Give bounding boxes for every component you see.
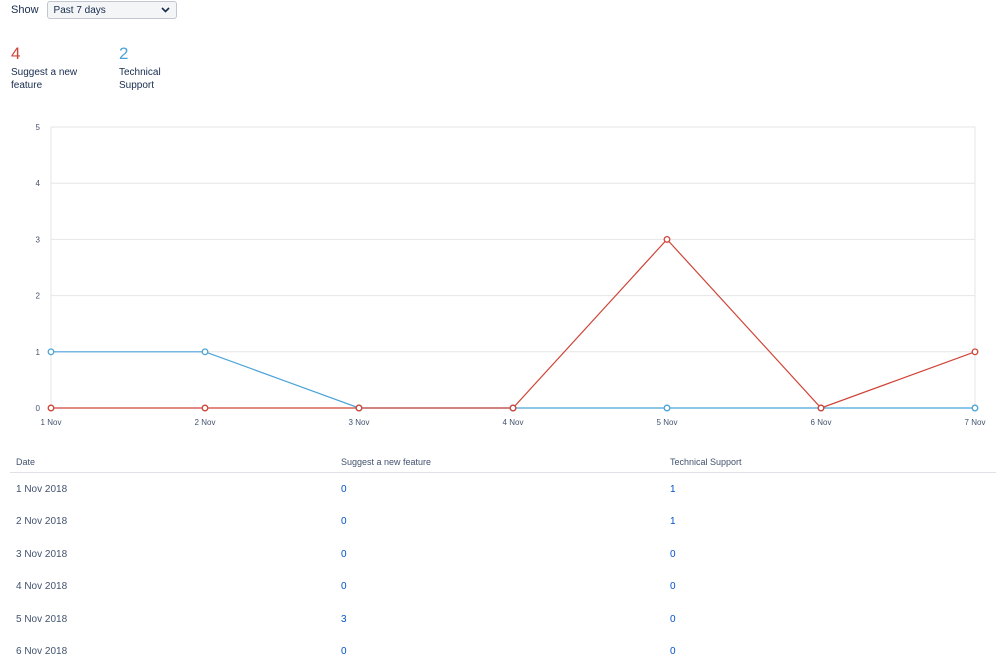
data-point — [818, 405, 824, 411]
y-tick-label: 5 — [36, 123, 41, 132]
data-point — [48, 349, 54, 355]
technical-support-cell: 0 — [664, 549, 676, 560]
table-row: 3 Nov 2018 0 0 — [10, 538, 996, 571]
line-chart: 0 1 2 3 4 5 1 Nov 2 Nov 3 Nov 4 Nov 5 Nov 6 Nov 7 No… — [0, 118, 999, 438]
technical-support-count-link[interactable]: 0 — [670, 646, 676, 657]
summary-count: 2 — [119, 44, 189, 64]
y-tick-label: 2 — [36, 292, 41, 301]
suggest-feature-cell: 0 — [335, 646, 664, 657]
date-cell: 4 Nov 2018 — [10, 581, 335, 592]
summary-label: Technical Support — [119, 66, 189, 92]
suggest-feature-cell: 0 — [335, 484, 664, 495]
date-cell: 5 Nov 2018 — [10, 614, 335, 625]
technical-support-cell: 1 — [664, 484, 676, 495]
period-filter: Show Past 7 days — [11, 0, 177, 20]
series-line — [51, 239, 975, 408]
date-cell: 3 Nov 2018 — [10, 549, 335, 560]
technical-support-cell: 1 — [664, 516, 676, 527]
x-tick-label: 4 Nov — [503, 418, 524, 427]
table-row: 4 Nov 2018 0 0 — [10, 571, 996, 604]
date-cell: 2 Nov 2018 — [10, 516, 335, 527]
summary-label: Suggest a new feature — [11, 66, 101, 92]
data-point — [202, 405, 208, 411]
y-tick-label: 1 — [36, 348, 41, 357]
technical-support-cell: 0 — [664, 646, 676, 657]
header-technical-support: Technical Support — [664, 457, 742, 467]
suggest-feature-cell: 0 — [335, 581, 664, 592]
table-header: Date Suggest a new feature Technical Sup… — [10, 452, 996, 473]
summary-count: 4 — [11, 44, 101, 64]
x-tick-label: 7 Nov — [965, 418, 986, 427]
table-row: 1 Nov 2018 0 1 — [10, 473, 996, 506]
y-tick-label: 4 — [36, 179, 41, 188]
y-tick-label: 3 — [36, 235, 41, 244]
data-point — [356, 405, 362, 411]
x-tick-label: 1 Nov — [41, 418, 62, 427]
chevron-down-icon — [161, 7, 170, 13]
technical-support-count-link[interactable]: 1 — [670, 484, 676, 495]
data-point — [48, 405, 54, 411]
suggest-feature-count-link[interactable]: 0 — [341, 549, 347, 560]
date-cell: 1 Nov 2018 — [10, 484, 335, 495]
period-select[interactable]: Past 7 days — [47, 1, 177, 19]
technical-support-count-link[interactable]: 0 — [670, 614, 676, 625]
x-tick-label: 2 Nov — [195, 418, 216, 427]
suggest-feature-cell: 0 — [335, 516, 664, 527]
data-point — [510, 405, 516, 411]
data-point — [972, 349, 978, 355]
show-label: Show — [11, 4, 39, 16]
suggest-feature-count-link[interactable]: 0 — [341, 516, 347, 527]
x-tick-label: 5 Nov — [657, 418, 678, 427]
header-date: Date — [10, 457, 335, 467]
x-tick-label: 3 Nov — [349, 418, 370, 427]
suggest-feature-count-link[interactable]: 0 — [341, 581, 347, 592]
table-row: 5 Nov 2018 3 0 — [10, 603, 996, 636]
table-body: 1 Nov 2018012 Nov 2018013 Nov 2018004 No… — [10, 473, 996, 668]
suggest-feature-cell: 3 — [335, 614, 664, 625]
data-point — [664, 237, 670, 243]
y-tick-label: 0 — [36, 404, 41, 413]
table-row: 2 Nov 2018 0 1 — [10, 506, 996, 539]
suggest-feature-cell: 0 — [335, 549, 664, 560]
technical-support-count-link[interactable]: 0 — [670, 549, 676, 560]
technical-support-count-link[interactable]: 1 — [670, 516, 676, 527]
header-suggest-feature: Suggest a new feature — [335, 457, 664, 467]
x-tick-label: 6 Nov — [811, 418, 832, 427]
date-cell: 6 Nov 2018 — [10, 646, 335, 657]
suggest-feature-count-link[interactable]: 0 — [341, 646, 347, 657]
data-table: Date Suggest a new feature Technical Sup… — [10, 452, 996, 668]
summary-technical-support: 2 Technical Support — [119, 44, 189, 92]
technical-support-cell: 0 — [664, 581, 676, 592]
summary-suggest-feature: 4 Suggest a new feature — [11, 44, 101, 92]
series-line — [51, 352, 975, 408]
data-point — [972, 405, 978, 411]
technical-support-count-link[interactable]: 0 — [670, 581, 676, 592]
period-select-value: Past 7 days — [54, 5, 106, 16]
technical-support-cell: 0 — [664, 614, 676, 625]
suggest-feature-count-link[interactable]: 0 — [341, 484, 347, 495]
data-point — [202, 349, 208, 355]
table-row: 6 Nov 2018 0 0 — [10, 636, 996, 668]
data-point — [664, 405, 670, 411]
suggest-feature-count-link[interactable]: 3 — [341, 614, 347, 625]
